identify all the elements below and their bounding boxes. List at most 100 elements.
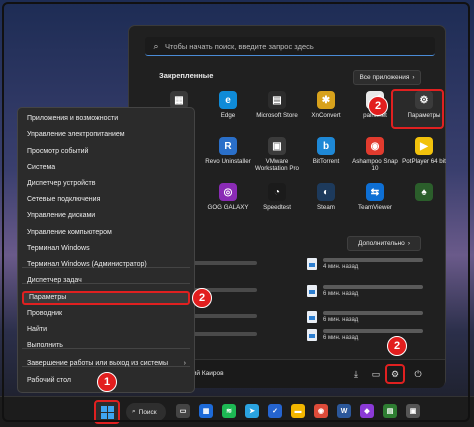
app-icon[interactable]: ◆: [360, 404, 374, 418]
context-menu-item[interactable]: Система: [22, 161, 190, 175]
vmware-icon: ▣: [268, 137, 286, 155]
recent-file-name-blurred: [323, 285, 423, 289]
context-menu-item[interactable]: Приложения и возможности: [22, 112, 190, 126]
folder-icon[interactable]: ▭: [369, 367, 383, 381]
revo-icon: R: [219, 137, 237, 155]
menu-item-label: Управление дисками: [27, 212, 96, 219]
pinned-app[interactable]: ♠: [398, 183, 450, 204]
recent-file-name-blurred: [323, 329, 423, 333]
todo-icon[interactable]: ✓: [268, 404, 282, 418]
menu-item-label: Приложения и возможности: [27, 115, 119, 122]
pinned-app[interactable]: ⇆ TeamViewer: [349, 183, 401, 211]
pinned-app-label: PotPlayer 64 bit: [402, 158, 446, 165]
pinned-app[interactable]: ⚙ Параметры: [398, 91, 450, 119]
pinned-app-label: GOG GALAXY: [207, 204, 249, 211]
windows-logo-icon: [107, 412, 114, 419]
context-menu-item[interactable]: Терминал Windows (Администратор): [22, 258, 190, 272]
power-icon[interactable]: ⏻: [411, 367, 425, 381]
gog-icon: ◎: [219, 183, 237, 201]
start-button[interactable]: [94, 400, 120, 424]
pinned-app[interactable]: ◐ Steam: [300, 183, 352, 211]
pinned-app[interactable]: ◎ GOG GALAXY: [202, 183, 254, 211]
store-icon: ▤: [268, 91, 286, 109]
menu-item-label: Параметры: [29, 294, 67, 301]
menu-item-label: Управление компьютером: [27, 229, 112, 236]
download-icon[interactable]: ⤓: [349, 367, 363, 381]
pinned-app-label: Steam: [317, 204, 335, 211]
taskbar-search-label: Поиск: [138, 408, 157, 416]
task-view-icon[interactable]: ▭: [176, 404, 190, 418]
menu-item-label: Найти: [27, 326, 47, 333]
context-menu-item[interactable]: Проводник: [22, 307, 190, 321]
context-menu-item[interactable]: Управление компьютером: [22, 226, 190, 240]
more-label: Дополнительно: [358, 240, 405, 247]
pinned-app[interactable]: ▣ VMware Workstation Pro: [251, 137, 303, 172]
windows-logo-icon: [107, 405, 114, 412]
pinned-app-label: BitTorrent: [312, 158, 340, 165]
potplayer-icon: ▶: [415, 137, 433, 155]
pinned-app[interactable]: b BitTorrent: [300, 137, 352, 165]
context-menu-item[interactable]: Терминал Windows: [22, 242, 190, 256]
context-menu-item[interactable]: Управление электропитанием: [22, 128, 190, 142]
context-menu-item[interactable]: Выполнить: [22, 339, 190, 353]
taskbar-search[interactable]: ⌕ Поиск: [126, 403, 166, 421]
context-menu-item[interactable]: Диспетчер задач: [22, 274, 190, 288]
recent-file-time: 4 мин. назад: [323, 264, 359, 270]
context-menu-item[interactable]: Найти: [22, 323, 190, 337]
pinned-app[interactable]: R Revo Uninstaller: [202, 137, 254, 165]
menu-item-label: Проводник: [27, 310, 63, 317]
word-icon[interactable]: W: [337, 404, 351, 418]
pinned-app-label: VMware Workstation Pro: [255, 158, 299, 172]
pinned-app-label: XnConvert: [311, 112, 341, 119]
settings-gear-icon[interactable]: ⚙: [388, 367, 402, 381]
menu-item-label: Выполнить: [27, 342, 63, 349]
pinned-app[interactable]: ▶ PotPlayer 64 bit: [398, 137, 450, 165]
image-file-icon: [307, 285, 317, 297]
context-menu-item[interactable]: Завершение работы или выход из системы ›: [22, 357, 190, 371]
context-menu-item[interactable]: Диспетчер устройств: [22, 177, 190, 191]
context-menu-item[interactable]: Управление дисками: [22, 209, 190, 223]
pinned-app[interactable]: ◉ Ashampoo Snap 10: [349, 137, 401, 172]
image-file-icon: [307, 258, 317, 270]
menu-item-label: Диспетчер устройств: [27, 180, 96, 187]
pinned-app[interactable]: ◔ Speedtest: [251, 183, 303, 211]
app-icon[interactable]: ▣: [406, 404, 420, 418]
menu-item-label: Управление электропитанием: [27, 131, 125, 138]
winx-context-menu: Приложения и возможности Управление элект…: [17, 107, 195, 393]
widgets-icon[interactable]: ▦: [199, 404, 213, 418]
menu-item-label: Терминал Windows: [27, 245, 90, 252]
search-icon: ⌕: [132, 408, 136, 415]
start-search-box[interactable]: ⌕ Чтобы начать поиск, введите запрос зде…: [145, 37, 435, 56]
recent-file-time: 6 мин. назад: [323, 335, 359, 341]
pinned-app-label: Параметры: [407, 112, 441, 119]
menu-item-label: Сетевые подключения: [27, 196, 101, 203]
context-menu-item[interactable]: Просмотр событий: [22, 145, 190, 159]
more-button[interactable]: Дополнительно ›: [347, 236, 421, 251]
submenu-arrow-icon: ›: [183, 360, 186, 367]
pinned-app[interactable]: ✱ XnConvert: [300, 91, 352, 119]
menu-item-settings[interactable]: Параметры: [22, 291, 190, 305]
step-badge-2: 2: [192, 288, 212, 308]
pinned-app[interactable]: ▤ Microsoft Store: [251, 91, 303, 119]
pinned-app-label: Ashampoo Snap 10: [352, 158, 398, 172]
menu-item-label: Диспетчер задач: [27, 277, 82, 284]
all-apps-button[interactable]: Все приложения ›: [353, 70, 421, 85]
menu-item-label: Рабочий стол: [27, 377, 71, 384]
explorer-icon[interactable]: ▬: [291, 404, 305, 418]
pinned-app[interactable]: e Edge: [202, 91, 254, 119]
recent-file-name-blurred: [323, 311, 423, 315]
edge-icon: e: [219, 91, 237, 109]
chrome-icon[interactable]: ◉: [314, 404, 328, 418]
taskbar: ⌕ Поиск ▭ ▦ ≋ ➤ ✓ ▬ ◉ W ◆ ▤ ▣: [0, 396, 474, 427]
context-menu-item[interactable]: Сетевые подключения: [22, 193, 190, 207]
menu-item-label: Терминал Windows (Администратор): [27, 261, 147, 268]
pinned-app-label: Speedtest: [263, 204, 291, 211]
settings-gear-icon: ⚙: [415, 91, 433, 109]
telegram-icon[interactable]: ➤: [245, 404, 259, 418]
app-icon[interactable]: ▤: [383, 404, 397, 418]
menu-item-label: Система: [27, 164, 56, 171]
pinned-app-label: Edge: [220, 112, 236, 119]
pinned-app-label: Microsoft Store: [256, 112, 298, 119]
spotify-icon[interactable]: ≋: [222, 404, 236, 418]
chevron-right-icon: ›: [407, 240, 410, 247]
